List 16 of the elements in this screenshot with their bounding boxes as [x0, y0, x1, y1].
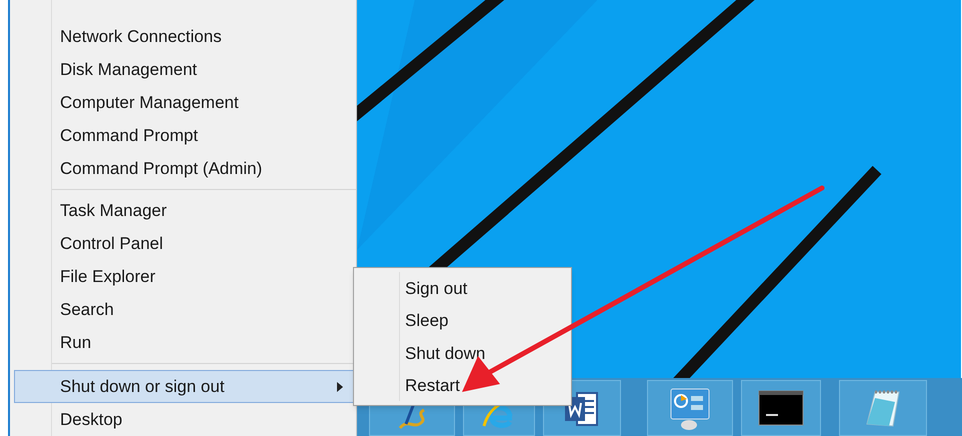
submenu-item[interactable]: Shut down: [354, 337, 571, 370]
menu-item[interactable]: Control Panel: [22, 227, 356, 260]
menu-item[interactable]: Command Prompt (Admin): [22, 152, 356, 185]
terminal-icon: [758, 390, 804, 426]
menu-item[interactable]: Search: [22, 293, 356, 326]
menu-item[interactable]: Computer Management: [22, 86, 356, 119]
menu-item[interactable]: Disk Management: [22, 53, 356, 86]
submenu-item[interactable]: Sleep: [354, 304, 571, 337]
menu-item[interactable]: Command Prompt: [22, 119, 356, 152]
menu-item[interactable]: Desktop: [22, 403, 356, 436]
taskbar-button[interactable]: [741, 380, 821, 436]
menu-item[interactable]: File Explorer: [22, 260, 356, 293]
menu-item[interactable]: Network Connections: [22, 20, 356, 53]
menu-item[interactable]: Task Manager: [22, 194, 356, 227]
menu-item[interactable]: Run: [22, 326, 356, 359]
submenu-item[interactable]: Sign out: [354, 272, 571, 304]
